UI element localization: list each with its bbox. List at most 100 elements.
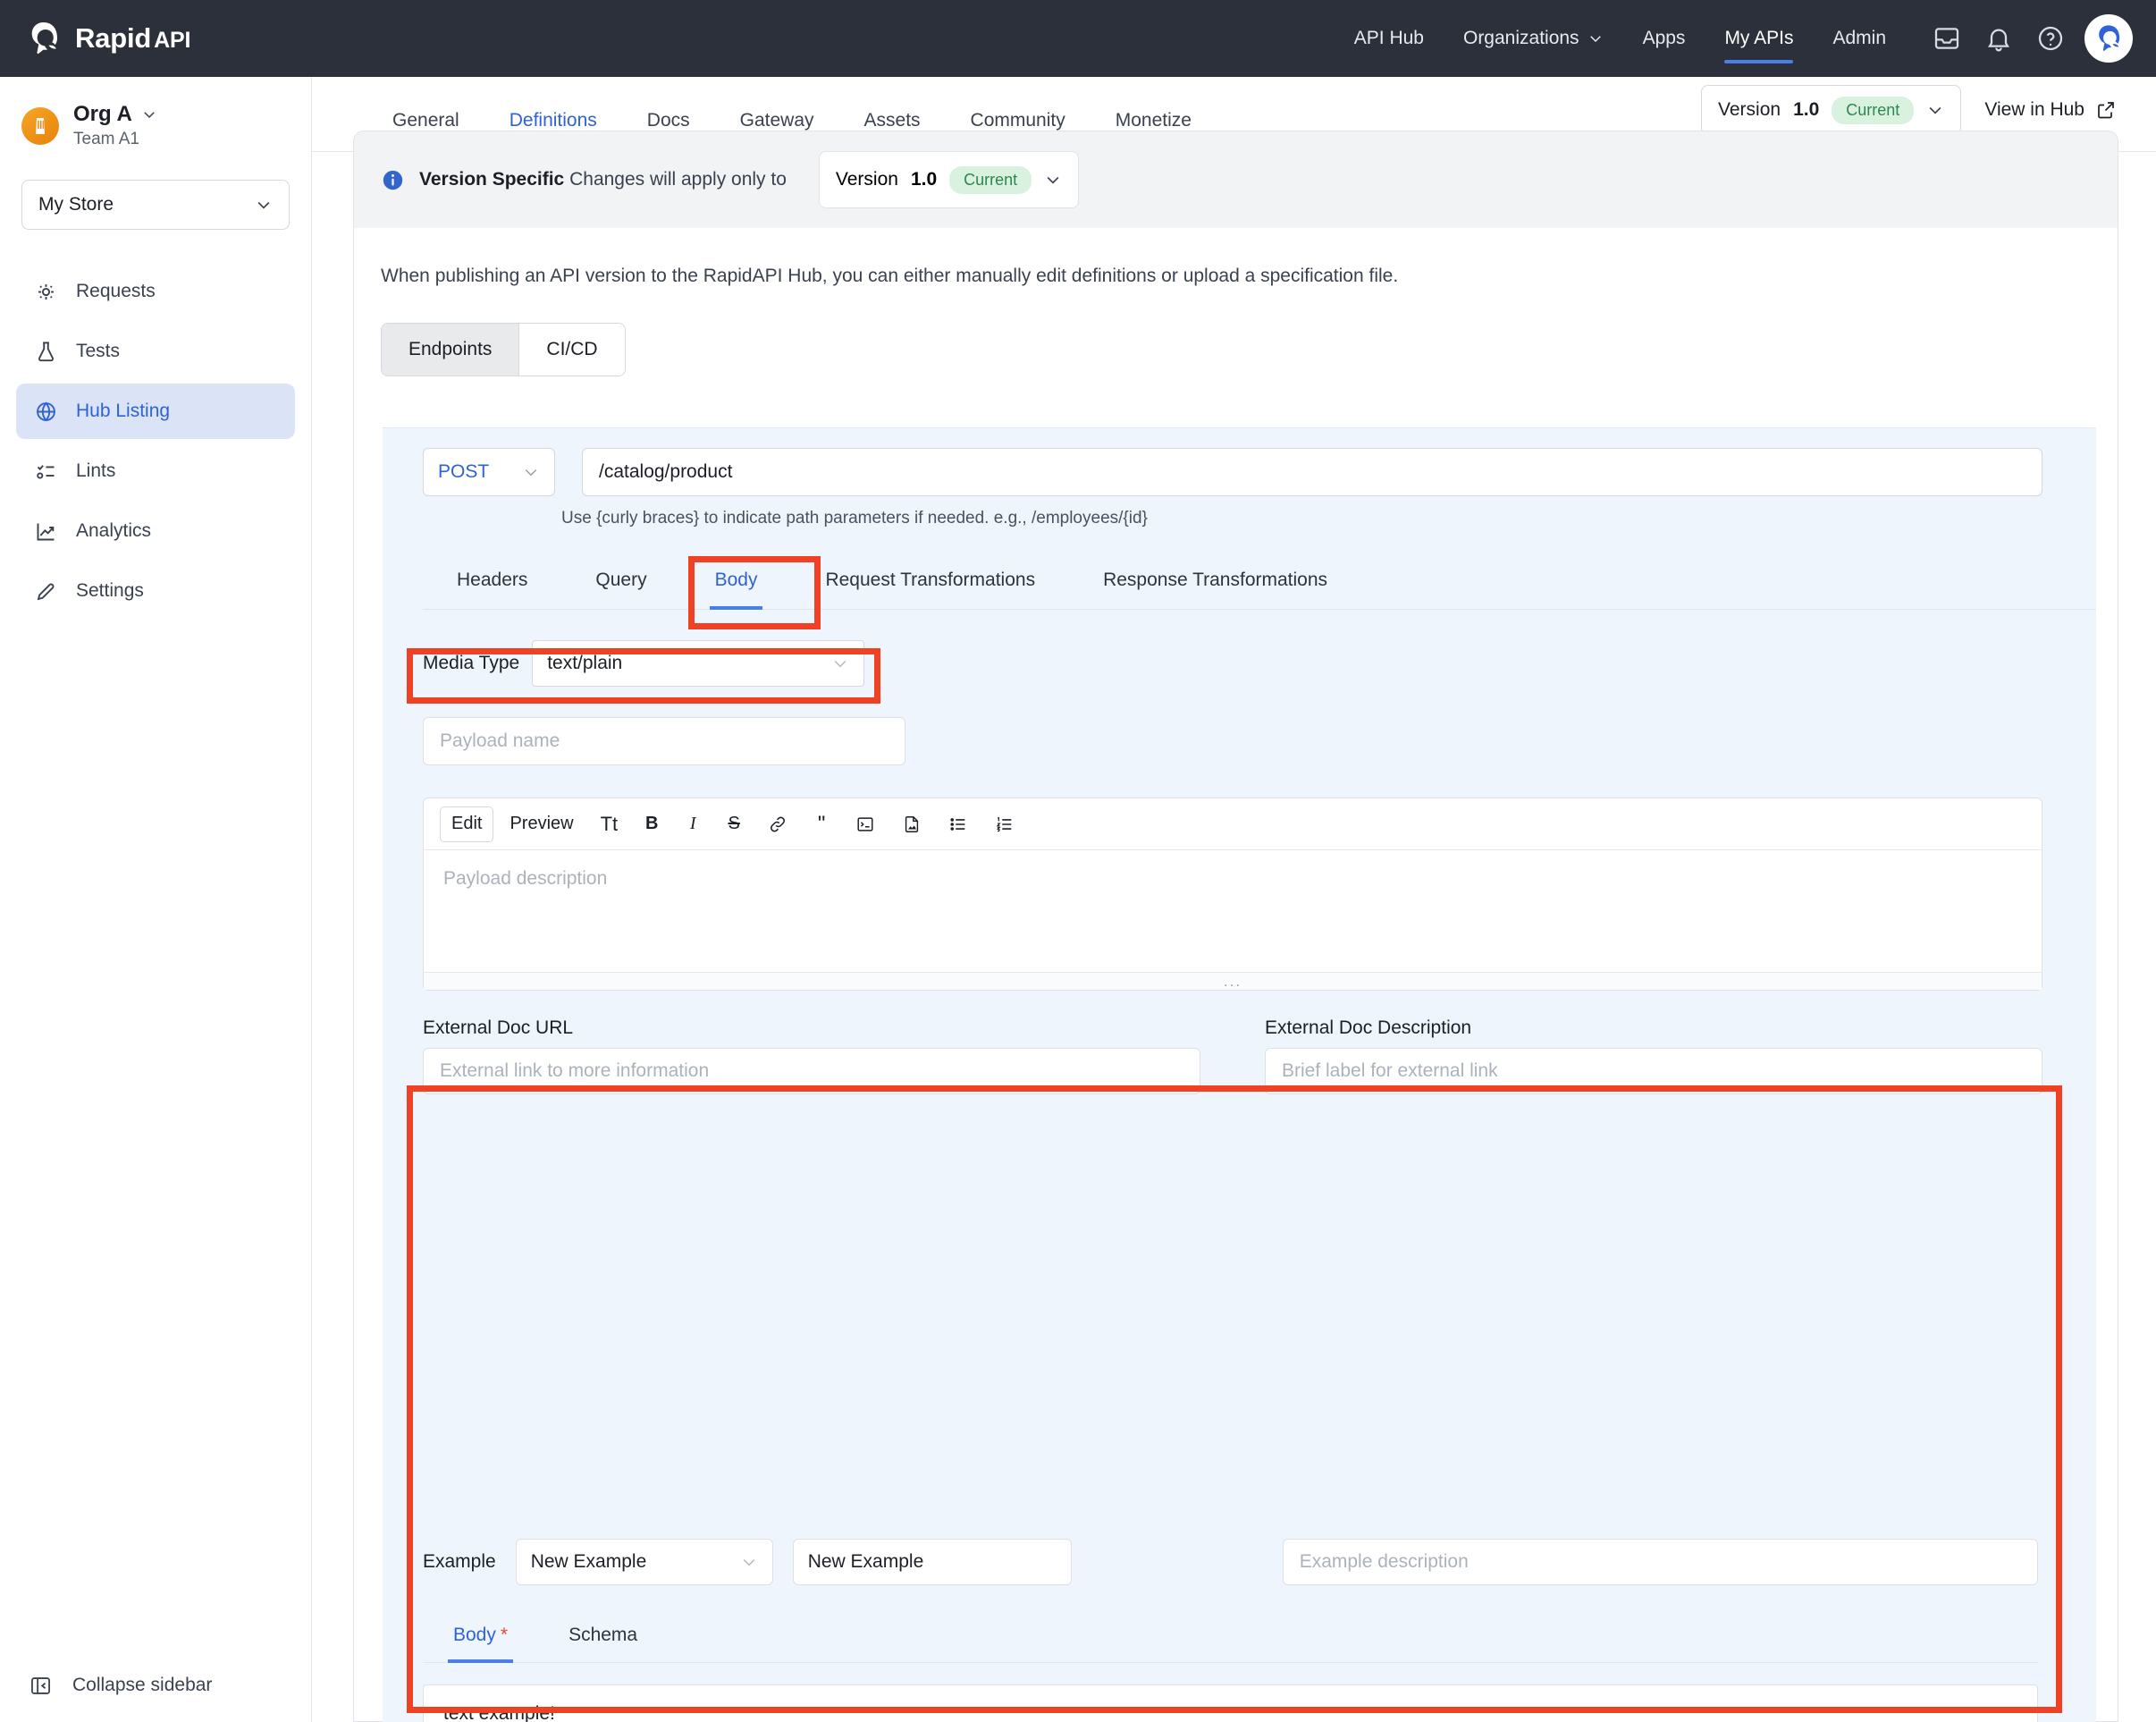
version-specific-banner: Version Specific Changes will apply only… [354,131,2118,228]
inbox-icon[interactable] [1933,24,1961,53]
code-block-icon[interactable] [845,806,886,842]
preview-button[interactable]: Preview [499,806,584,842]
info-icon [383,170,403,190]
pencil-icon [37,583,55,600]
sidebar-item-settings[interactable]: Settings [16,563,295,619]
external-docs-row: External Doc URL External link to more i… [423,1017,2042,1094]
bullet-list-icon[interactable] [938,806,979,842]
strikethrough-icon[interactable]: S [716,806,752,842]
external-doc-description-group: External Doc Description Brief label for… [1265,1017,2042,1094]
chevron-down-icon [525,468,537,477]
top-nav: API Hub Organizations Apps My APIs Admin [1335,1,2156,76]
chevron-down-icon [1589,36,1601,43]
collapse-sidebar-button[interactable]: Collapse sidebar [0,1649,312,1722]
payload-name-input[interactable]: Payload name [423,717,905,765]
example-body-editor[interactable]: text example! [423,1684,2038,1722]
store-selector[interactable]: My Store [21,180,290,230]
endpoint-tab-request-transformations[interactable]: Request Transformations [791,570,1069,609]
definition-mode-segment: Endpoints CI/CD [381,323,626,376]
collapse-sidebar-label: Collapse sidebar [72,1675,213,1695]
sidebar-item-hub-listing[interactable]: Hub Listing [16,384,295,439]
markdown-toolbar: Edit Preview Tt B I S " [424,798,2042,850]
media-type-selector[interactable]: text/plain [532,640,865,687]
store-selector-value: My Store [38,194,114,215]
globe-icon [37,401,55,421]
topnav-item-admin[interactable]: Admin [1813,1,1906,76]
external-link-icon [2098,102,2114,119]
org-switcher[interactable]: Org A Team A1 [0,77,311,149]
http-method-value: POST [438,461,490,482]
card-description: When publishing an API version to the Ra… [381,266,1399,286]
view-in-hub-button[interactable]: View in Hub [1984,99,2117,121]
quote-icon[interactable]: " [804,806,839,842]
sidebar: Org A Team A1 My Store Requests Tests Hu… [0,77,312,1722]
banner-subtitle: Changes will apply only to [569,169,787,190]
banner-title: Version Specific [419,169,565,190]
example-name-input[interactable]: New Example [792,1539,1072,1585]
topnav-item-my-apis[interactable]: My APIs [1705,1,1813,76]
endpoint-tab-body[interactable]: Body [681,570,792,610]
rapidapi-logo-icon [25,20,63,57]
endpoint-path-value: /catalog/product [599,461,733,482]
segment-cicd[interactable]: CI/CD [518,324,625,376]
example-description-placeholder: Example description [1299,1551,1469,1572]
chevron-down-icon [1047,176,1059,184]
link-icon[interactable] [757,806,798,842]
chevron-down-icon [1929,106,1941,114]
brand-logo-group[interactable]: Rapid API [25,20,190,57]
endpoint-tab-headers[interactable]: Headers [423,570,561,609]
org-team: Team A1 [73,130,139,148]
sidebar-item-tests[interactable]: Tests [16,324,295,379]
chevron-down-icon [743,1558,755,1566]
sidebar-item-label: Requests [76,281,156,301]
topnav-item-apps[interactable]: Apps [1623,1,1705,76]
numbered-list-icon[interactable] [984,806,1025,842]
example-tab-body[interactable]: Body * [423,1625,538,1663]
segment-endpoints[interactable]: Endpoints [382,324,519,376]
edit-button[interactable]: Edit [440,806,494,842]
sidebar-item-label: Lints [76,460,116,481]
version-label: Version [1718,99,1781,120]
topnav-item-api-hub[interactable]: API Hub [1335,1,1444,76]
example-description-input[interactable]: Example description [1282,1539,2038,1585]
chevron-down-icon[interactable] [141,106,157,122]
italic-icon[interactable]: I [675,806,711,842]
flask-icon [38,341,55,361]
payload-description-textarea[interactable]: Payload description [424,850,2042,972]
brand-name: Rapid API [75,22,191,54]
chevron-down-icon [834,660,846,668]
external-doc-description-input[interactable]: Brief label for external link [1265,1048,2042,1094]
endpoint-path-input[interactable]: /catalog/product [582,448,2042,496]
topnav-icon-group [1933,24,2065,53]
editor-resize-handle[interactable]: ... [424,972,2042,990]
example-section: Example New Example New Example Example … [398,1515,2063,1722]
external-doc-url-placeholder: External link to more information [440,1060,710,1081]
external-doc-url-label: External Doc URL [423,1017,574,1038]
image-icon[interactable] [891,806,932,842]
version-current-badge: Current [1832,96,1915,124]
text-size-icon[interactable]: Tt [590,806,629,842]
example-selector[interactable]: New Example [515,1539,773,1585]
top-bar: Rapid API API Hub Organizations Apps My A… [0,0,2156,77]
target-icon [38,283,54,300]
user-avatar[interactable] [2084,14,2133,63]
bold-icon[interactable]: B [634,806,670,842]
sidebar-item-analytics[interactable]: Analytics [16,503,295,559]
banner-version-number: 1.0 [910,169,938,190]
sidebar-item-requests[interactable]: Requests [16,264,295,319]
external-doc-url-input[interactable]: External link to more information [423,1048,1200,1094]
endpoint-tab-response-transformations[interactable]: Response Transformations [1069,570,1361,609]
sidebar-item-lints[interactable]: Lints [16,443,295,499]
endpoint-tab-query[interactable]: Query [561,570,680,609]
version-selector[interactable]: Version 1.0 Current [1701,85,1962,135]
external-doc-url-group: External Doc URL External link to more i… [423,1017,1200,1094]
topnav-item-organizations[interactable]: Organizations [1444,1,1623,76]
banner-version-selector[interactable]: Version 1.0 Current [818,151,1080,208]
endpoint-section-tabs: Headers Query Body Request Transformatio… [423,570,2096,610]
example-tab-schema[interactable]: Schema [538,1625,668,1662]
help-circle-icon[interactable] [2036,24,2065,53]
bell-icon[interactable] [1984,24,2013,53]
banner-version-label: Version [835,169,898,190]
banner-text: Version Specific Changes will apply only… [419,169,787,190]
http-method-selector[interactable]: POST [423,448,555,496]
